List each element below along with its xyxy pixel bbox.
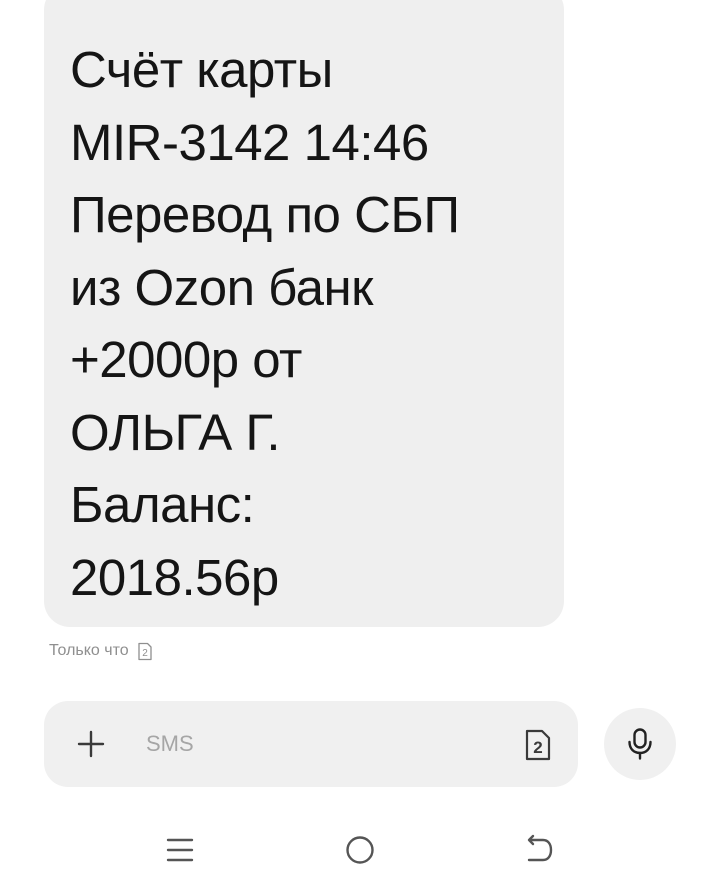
message-line: +2000р от (70, 331, 302, 388)
message-timestamp: Только что (49, 642, 129, 659)
sim-number: 2 (533, 738, 542, 757)
menu-icon (166, 838, 194, 862)
message-line: Счёт карты (70, 41, 333, 98)
back-icon (527, 834, 553, 862)
sim-select-button[interactable]: 2 (524, 728, 552, 762)
sim-card-icon: 2 (138, 642, 152, 660)
back-button[interactable] (519, 832, 559, 868)
sim-number: 2 (142, 648, 148, 659)
home-button[interactable] (340, 832, 380, 868)
message-line: ОЛЬГА Г. (70, 403, 281, 461)
home-icon (346, 836, 374, 864)
system-navigation-bar (0, 820, 720, 880)
plus-icon (77, 730, 105, 758)
conversation-screen: Счёт карты MIR-3142 14:46 Перевод по СБП… (0, 0, 720, 888)
incoming-message-bubble[interactable]: Счёт карты MIR-3142 14:46 Перевод по СБП… (44, 0, 564, 627)
message-line: Баланс: (70, 476, 255, 533)
sms-input[interactable] (144, 727, 488, 761)
recent-apps-button[interactable] (160, 832, 200, 868)
message-composer: 2 (44, 701, 578, 787)
message-line: из Ozon банк (70, 258, 374, 316)
microphone-icon (628, 728, 652, 760)
message-line: MIR-3142 14:46 (70, 113, 429, 171)
message-line: Перевод по СБП (70, 186, 460, 243)
message-meta: Только что 2 (49, 640, 152, 662)
add-attachment-button[interactable] (76, 729, 106, 759)
voice-input-button[interactable] (604, 708, 676, 780)
message-line: 2018.56р (70, 548, 279, 606)
